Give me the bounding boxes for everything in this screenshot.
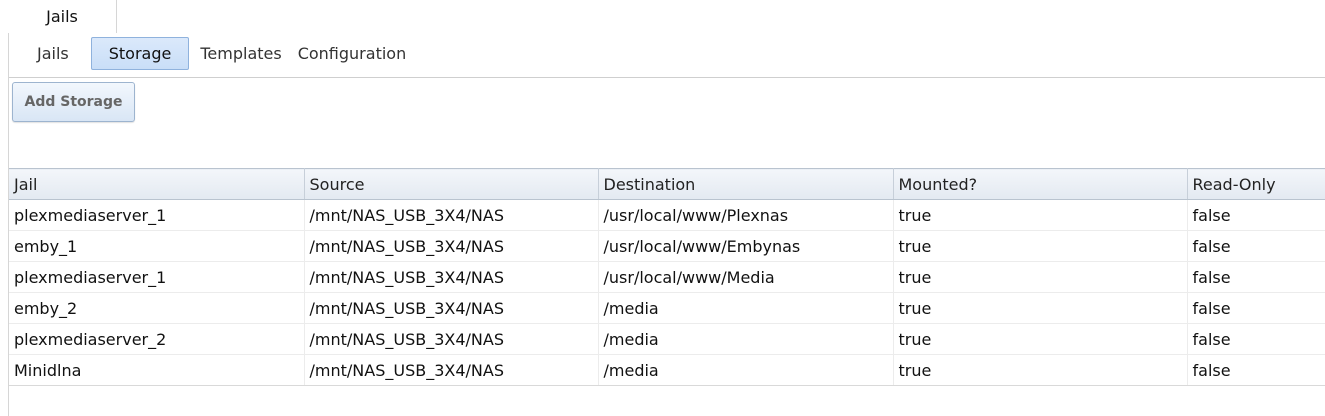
cell-source: /mnt/NAS_USB_3X4/NAS [304,230,599,262]
table-header-row: Jail Source Destination Mounted? Read-On… [9,168,1325,200]
column-header-source[interactable]: Source [304,168,599,200]
cell-read-only: false [1187,230,1325,262]
cell-destination: /media [598,323,894,355]
cell-read-only: false [1187,292,1325,324]
storage-table: Jail Source Destination Mounted? Read-On… [9,168,1325,386]
table-row[interactable]: plexmediaserver_2 /mnt/NAS_USB_3X4/NAS /… [9,323,1325,355]
cell-mounted: true [893,323,1188,355]
cell-destination: /usr/local/www/Plexnas [598,199,894,231]
add-storage-button[interactable]: Add Storage [12,82,135,122]
table-row[interactable]: plexmediaserver_1 /mnt/NAS_USB_3X4/NAS /… [9,261,1325,293]
table-row[interactable]: emby_1 /mnt/NAS_USB_3X4/NAS /usr/local/w… [9,230,1325,262]
cell-destination: /media [598,354,894,386]
tab-jails-main[interactable]: Jails [8,0,117,33]
table-row[interactable]: emby_2 /mnt/NAS_USB_3X4/NAS /media true … [9,292,1325,324]
cell-source: /mnt/NAS_USB_3X4/NAS [304,354,599,386]
cell-destination: /usr/local/www/Media [598,261,894,293]
cell-mounted: true [893,354,1188,386]
sub-tab-bar: Jails Storage Templates Configuration [25,37,414,70]
cell-jail: Minidlna [9,354,305,386]
cell-read-only: false [1187,354,1325,386]
cell-read-only: false [1187,261,1325,293]
cell-source: /mnt/NAS_USB_3X4/NAS [304,292,599,324]
cell-source: /mnt/NAS_USB_3X4/NAS [304,323,599,355]
column-header-mounted[interactable]: Mounted? [893,168,1188,200]
tab-storage[interactable]: Storage [90,37,190,70]
column-header-read-only[interactable]: Read-Only [1187,168,1325,200]
tab-divider [9,77,1325,78]
cell-jail: emby_2 [9,292,305,324]
cell-jail: plexmediaserver_2 [9,323,305,355]
column-header-jail[interactable]: Jail [9,168,305,200]
cell-mounted: true [893,230,1188,262]
tab-jails[interactable]: Jails [25,38,91,69]
table-row[interactable]: plexmediaserver_1 /mnt/NAS_USB_3X4/NAS /… [9,199,1325,231]
cell-read-only: false [1187,323,1325,355]
cell-jail: plexmediaserver_1 [9,261,305,293]
cell-read-only: false [1187,199,1325,231]
cell-jail: emby_1 [9,230,305,262]
cell-jail: plexmediaserver_1 [9,199,305,231]
cell-mounted: true [893,261,1188,293]
cell-destination: /media [598,292,894,324]
cell-mounted: true [893,199,1188,231]
cell-source: /mnt/NAS_USB_3X4/NAS [304,261,599,293]
cell-mounted: true [893,292,1188,324]
table-row[interactable]: Minidlna /mnt/NAS_USB_3X4/NAS /media tru… [9,354,1325,386]
column-header-destination[interactable]: Destination [598,168,894,200]
tab-templates[interactable]: Templates [192,38,289,69]
cell-destination: /usr/local/www/Embynas [598,230,894,262]
cell-source: /mnt/NAS_USB_3X4/NAS [304,199,599,231]
tab-configuration[interactable]: Configuration [290,38,415,69]
